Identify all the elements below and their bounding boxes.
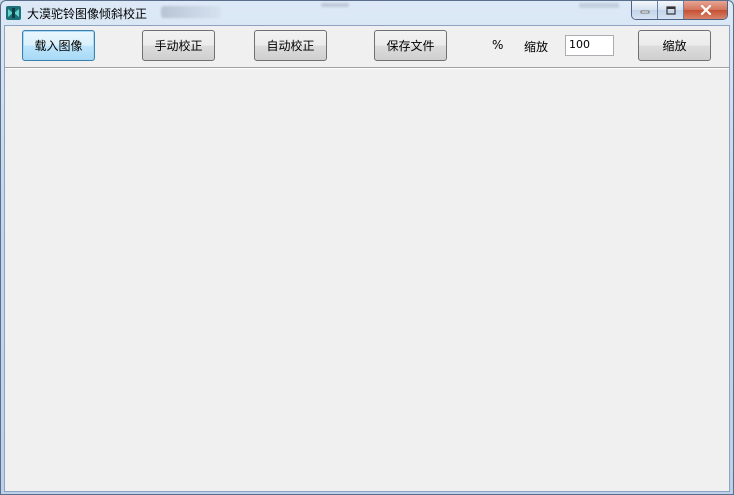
- background-blur: [579, 3, 619, 8]
- maximize-icon: [665, 5, 676, 15]
- minimize-icon: [640, 10, 649, 14]
- image-canvas[interactable]: [5, 69, 729, 491]
- zoom-input[interactable]: 100: [565, 35, 614, 56]
- minimize-button[interactable]: [632, 1, 658, 19]
- app-icon: [6, 6, 21, 20]
- window-controls: [631, 1, 728, 20]
- auto-correct-button[interactable]: 自动校正: [254, 30, 327, 61]
- background-blur: [321, 3, 349, 7]
- title-bar[interactable]: 大漠驼铃图像倾斜校正: [1, 1, 733, 25]
- maximize-button[interactable]: [658, 1, 684, 19]
- zoom-label: 缩放: [524, 40, 549, 54]
- zoom-button[interactable]: 缩放: [638, 30, 711, 61]
- background-blur: [161, 6, 221, 18]
- close-button[interactable]: [684, 1, 727, 19]
- client-area: 载入图像 手动校正 自动校正 保存文件 % 缩放 100 缩放: [4, 25, 730, 492]
- percent-label: %: [492, 38, 504, 52]
- close-icon: [700, 5, 711, 15]
- app-window: 大漠驼铃图像倾斜校正 载入图像 手动校正 自动校正 保存文件 % 缩放 100 …: [0, 0, 734, 495]
- load-image-button[interactable]: 载入图像: [22, 30, 95, 61]
- manual-correct-button[interactable]: 手动校正: [142, 30, 215, 61]
- window-title: 大漠驼铃图像倾斜校正: [27, 7, 148, 21]
- save-file-button[interactable]: 保存文件: [374, 30, 447, 61]
